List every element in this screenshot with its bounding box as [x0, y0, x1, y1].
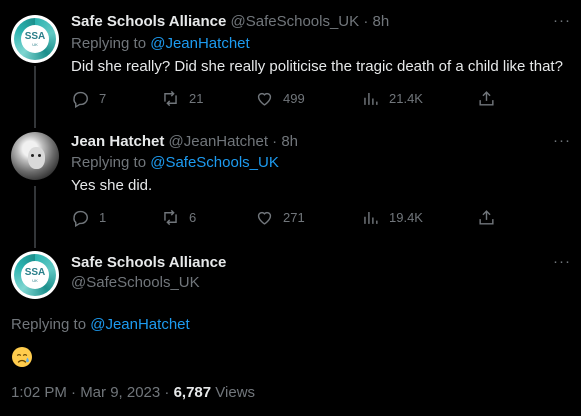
- reply-count: 1: [99, 210, 107, 225]
- avatar[interactable]: SSA UK: [11, 251, 59, 299]
- separator-dot: ·: [272, 133, 278, 150]
- tweet-time[interactable]: 8h: [373, 13, 390, 30]
- avatar-logo-text: SSA: [24, 266, 46, 278]
- replying-to: Replying to @JeanHatchet: [71, 34, 250, 54]
- retweet-button[interactable]: 21: [161, 89, 203, 108]
- share-icon: [477, 208, 496, 227]
- tweet-meta: 1:02 PM · Mar 9, 2023 · 6,787 Views: [11, 383, 255, 403]
- heart-icon: [255, 89, 274, 108]
- share-icon: [477, 89, 496, 108]
- replying-to-label: Replying to: [11, 316, 87, 333]
- tweet-text: Yes she did.: [71, 177, 153, 194]
- like-button[interactable]: 271: [255, 208, 305, 227]
- reply-count: 7: [99, 91, 107, 106]
- reply-button[interactable]: 7: [71, 89, 106, 108]
- avatar-logo-subtext: UK: [32, 41, 38, 47]
- tweet-actions: 1 6 271 19.4K: [71, 208, 501, 228]
- replying-to: Replying to @SafeSchools_UK: [71, 153, 279, 173]
- replying-to-label: Replying to: [71, 154, 147, 171]
- tweet-header-handle: @SafeSchools_UK: [71, 273, 200, 293]
- retweet-button[interactable]: 6: [161, 208, 196, 227]
- tweet-header: Jean Hatchet @JeanHatchet · 8h: [71, 132, 298, 152]
- like-button[interactable]: 499: [255, 89, 305, 108]
- views-count: 6,787: [173, 384, 212, 401]
- share-button[interactable]: [477, 208, 496, 227]
- avatar[interactable]: SSA UK: [11, 15, 59, 63]
- avatar-face: [28, 147, 45, 169]
- retweet-icon: [161, 89, 180, 108]
- avatar-eye-left: [31, 154, 34, 157]
- views-count: 19.4K: [389, 210, 423, 225]
- tweet-header: Safe Schools Alliance @SafeSchools_UK · …: [71, 12, 389, 32]
- user-handle[interactable]: @SafeSchools_UK: [231, 13, 360, 30]
- retweet-icon: [161, 208, 180, 227]
- replying-to-link[interactable]: @JeanHatchet: [150, 35, 249, 52]
- avatar-logo: SSA UK: [21, 261, 49, 289]
- tweet-text: Did she really? Did she really politicis…: [71, 58, 563, 75]
- share-button[interactable]: [477, 89, 496, 108]
- views-label: Views: [215, 384, 256, 401]
- user-handle[interactable]: @SafeSchools_UK: [71, 274, 200, 291]
- avatar-logo-text: SSA: [24, 30, 46, 42]
- replying-to-link[interactable]: @SafeSchools_UK: [150, 154, 279, 171]
- analytics-icon: [361, 208, 380, 227]
- tweet-1[interactable]: SSA UK Safe Schools Alliance @SafeSchool…: [0, 0, 581, 120]
- sad-but-relieved-face-icon: [11, 346, 33, 368]
- avatar-eye-right: [38, 154, 41, 157]
- replying-to-link[interactable]: @JeanHatchet: [90, 316, 189, 333]
- avatar-logo: SSA UK: [21, 25, 49, 53]
- tweet-time[interactable]: 8h: [281, 133, 298, 150]
- retweet-count: 6: [189, 210, 197, 225]
- display-name[interactable]: Safe Schools Alliance: [71, 254, 226, 271]
- avatar[interactable]: [11, 132, 59, 180]
- display-name[interactable]: Jean Hatchet: [71, 133, 164, 150]
- tweet-timestamp[interactable]: 1:02 PM · Mar 9, 2023 ·: [11, 384, 169, 401]
- reply-button[interactable]: 1: [71, 208, 106, 227]
- user-handle[interactable]: @JeanHatchet: [169, 133, 268, 150]
- views-button[interactable]: 19.4K: [361, 208, 423, 227]
- analytics-icon: [361, 89, 380, 108]
- reply-icon: [71, 89, 90, 108]
- retweet-count: 21: [189, 91, 204, 106]
- like-count: 499: [283, 91, 305, 106]
- replying-to-label: Replying to: [71, 35, 147, 52]
- views-button[interactable]: 21.4K: [361, 89, 423, 108]
- more-options-icon[interactable]: ···: [553, 132, 571, 149]
- heart-icon: [255, 208, 274, 227]
- display-name[interactable]: Safe Schools Alliance: [71, 13, 226, 30]
- like-count: 271: [283, 210, 305, 225]
- more-options-icon[interactable]: ···: [553, 12, 571, 29]
- tweet-actions: 7 21 499 21.4K: [71, 89, 501, 109]
- tweet-header-name: Safe Schools Alliance: [71, 253, 226, 273]
- views-count: 21.4K: [389, 91, 423, 106]
- reply-icon: [71, 208, 90, 227]
- separator-dot: ·: [363, 13, 369, 30]
- avatar-logo-subtext: UK: [32, 277, 38, 283]
- replying-to: Replying to @JeanHatchet: [11, 315, 190, 335]
- tweet-2[interactable]: Jean Hatchet @JeanHatchet · 8h ··· Reply…: [0, 120, 581, 240]
- more-options-icon[interactable]: ···: [553, 253, 571, 270]
